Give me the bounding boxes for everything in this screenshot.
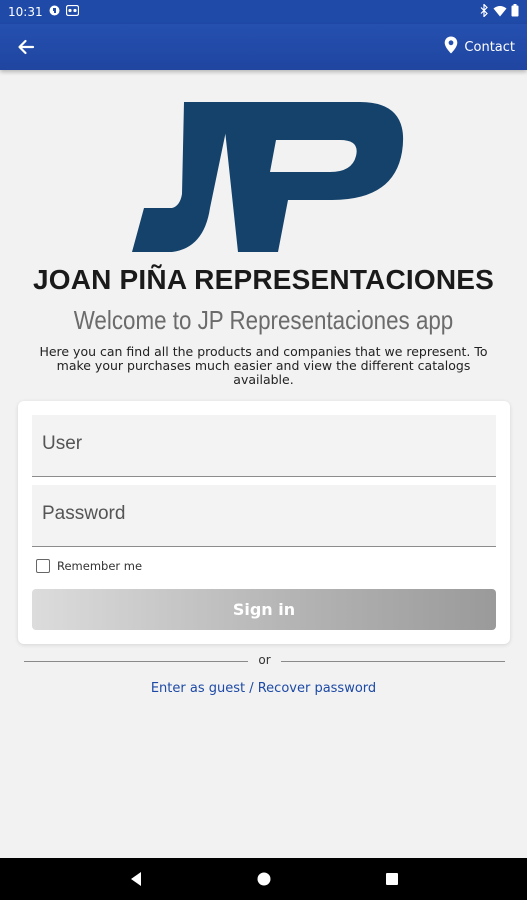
- system-nav-bar: [0, 858, 527, 900]
- bluetooth-icon: [480, 3, 489, 20]
- recents-square-icon[interactable]: [378, 865, 406, 893]
- guest-recover-link[interactable]: Enter as guest / Recover password: [0, 681, 527, 696]
- contact-label: Contact: [464, 39, 515, 55]
- location-pin-icon: [444, 36, 458, 58]
- password-input[interactable]: Password: [32, 485, 496, 547]
- status-time: 10:31: [8, 5, 43, 19]
- remember-me: Remember me: [36, 559, 142, 573]
- app-icon-2: [65, 4, 79, 19]
- home-circle-icon[interactable]: [250, 865, 278, 893]
- login-card: User Password Remember me Sign in: [18, 401, 510, 644]
- jp-logo: [132, 96, 407, 256]
- app-bar: Contact: [0, 24, 527, 70]
- brand-title: JOAN PIÑA REPRESENTACIONES: [32, 264, 495, 295]
- back-arrow-icon[interactable]: [12, 33, 40, 61]
- remember-me-label: Remember me: [57, 559, 143, 573]
- back-triangle-icon[interactable]: [122, 865, 150, 893]
- divider-text: or: [258, 653, 271, 667]
- battery-icon: [511, 4, 519, 20]
- wifi-icon: [493, 5, 507, 20]
- user-input[interactable]: User: [32, 415, 496, 477]
- or-divider: or: [24, 653, 505, 669]
- app-icon: [49, 5, 60, 19]
- sign-in-button[interactable]: Sign in: [32, 589, 496, 630]
- status-bar: 10:31: [0, 0, 527, 24]
- description-text: Here you can find all the products and c…: [39, 344, 488, 387]
- divider-line-right: [281, 661, 505, 662]
- welcome-heading: Welcome to JP Representaciones app: [73, 305, 454, 335]
- remember-me-checkbox[interactable]: [36, 559, 50, 573]
- contact-button[interactable]: Contact: [444, 36, 515, 58]
